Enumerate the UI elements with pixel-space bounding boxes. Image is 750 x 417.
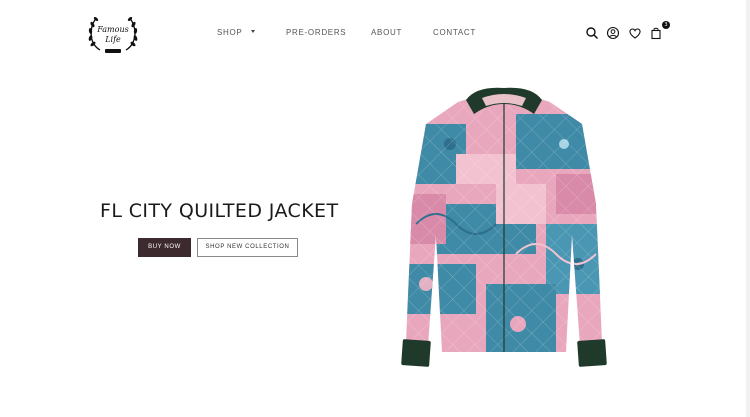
heart-icon[interactable] bbox=[628, 26, 642, 40]
buy-now-button[interactable]: BUY NOW bbox=[138, 238, 191, 257]
page-scrollbar[interactable] bbox=[746, 0, 750, 417]
hero-title: FL CITY QUILTED JACKET bbox=[100, 200, 339, 222]
shop-new-collection-button[interactable]: SHOP NEW COLLECTION bbox=[197, 238, 298, 257]
account-icon[interactable] bbox=[606, 26, 620, 40]
quilted-jacket-image[interactable] bbox=[396, 84, 612, 370]
search-icon[interactable] bbox=[585, 26, 599, 40]
cart-count-badge: 3 bbox=[662, 21, 670, 29]
site-header: Famous Life SHOP PRE-ORDERS ABOUT CONTAC… bbox=[0, 0, 750, 66]
bag-icon[interactable] bbox=[649, 26, 663, 40]
header-icons bbox=[0, 26, 750, 42]
